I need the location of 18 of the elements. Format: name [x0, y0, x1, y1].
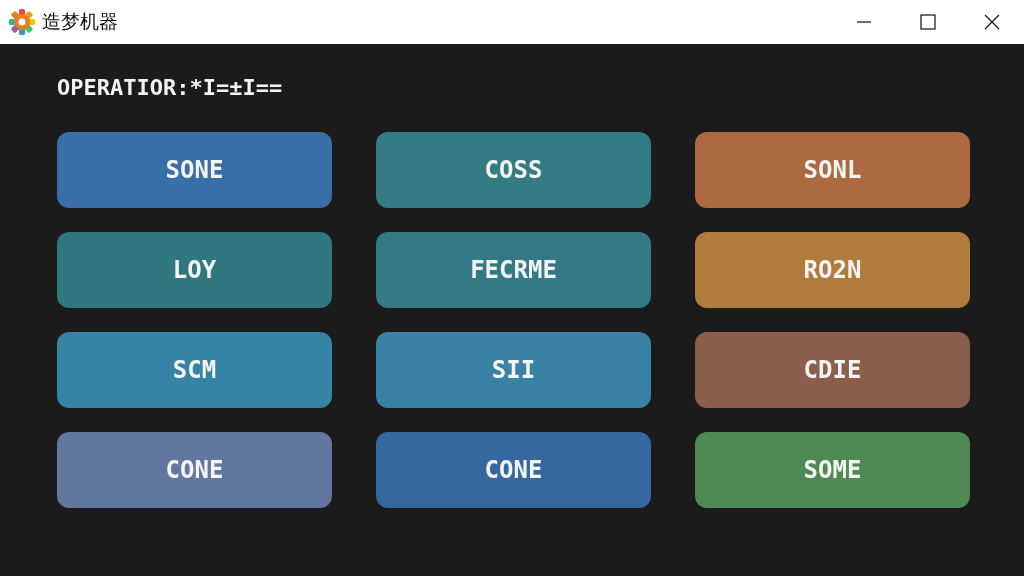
- operation-button[interactable]: CDIE: [695, 332, 970, 408]
- operation-button[interactable]: CONE: [57, 432, 332, 508]
- minimize-icon: [856, 21, 872, 23]
- close-icon: [984, 14, 1000, 30]
- window-title: 造梦机器: [42, 9, 119, 34]
- gear-icon: [8, 8, 36, 36]
- operation-button[interactable]: SOME: [695, 432, 970, 508]
- operation-button[interactable]: FECRME: [376, 232, 651, 308]
- operation-button[interactable]: SONE: [57, 132, 332, 208]
- maximize-icon: [920, 14, 936, 30]
- operation-button[interactable]: COSS: [376, 132, 651, 208]
- operation-button[interactable]: RO2N: [695, 232, 970, 308]
- operation-button[interactable]: SONL: [695, 132, 970, 208]
- operation-button[interactable]: SCM: [57, 332, 332, 408]
- operation-button[interactable]: SII: [376, 332, 651, 408]
- operation-button[interactable]: CONE: [376, 432, 651, 508]
- operation-button[interactable]: LOY: [57, 232, 332, 308]
- operation-label: OPERATIOR:*I=±I==: [57, 74, 284, 102]
